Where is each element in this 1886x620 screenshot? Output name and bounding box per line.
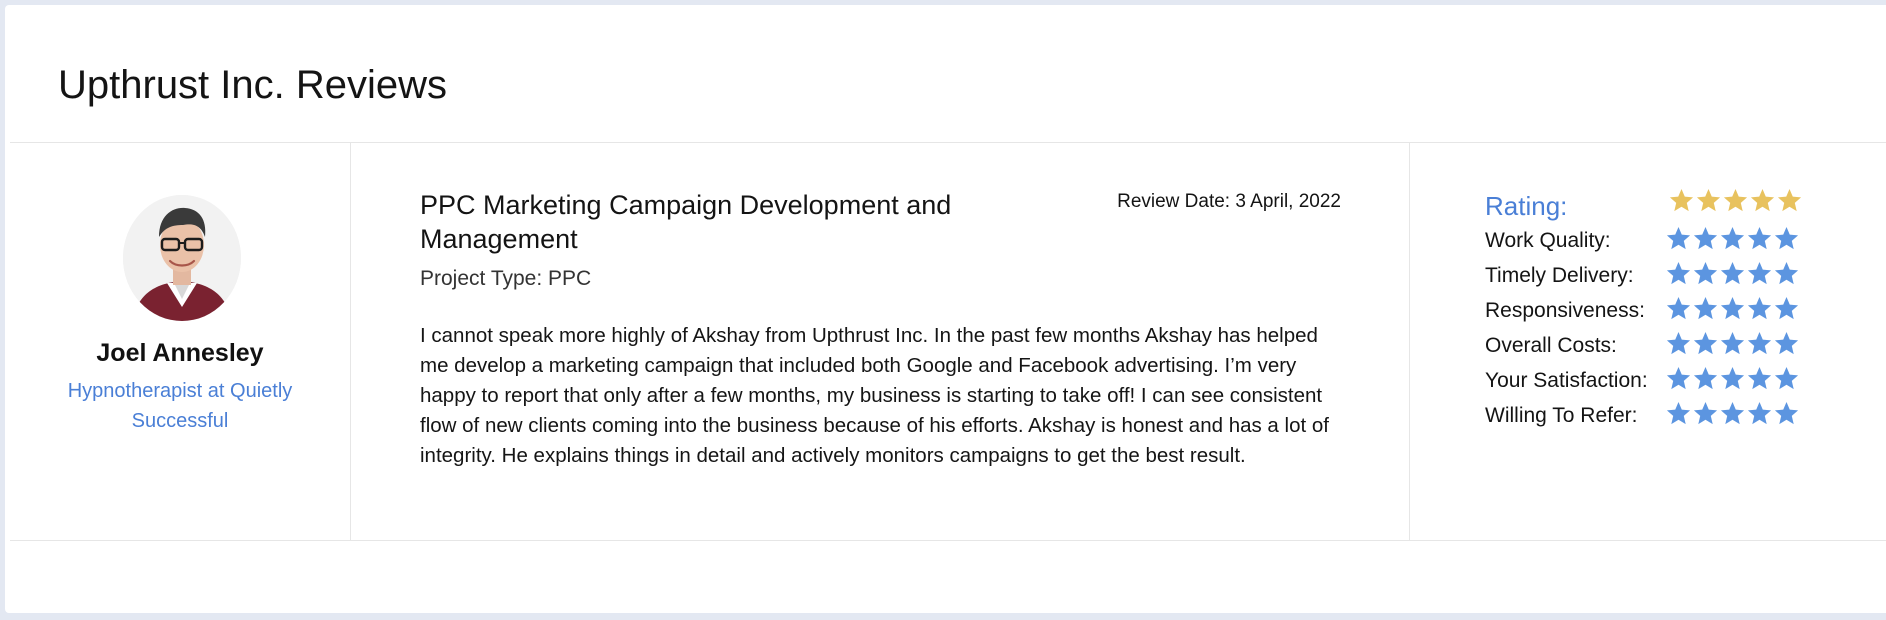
star-icon (1773, 330, 1800, 357)
ratings-column: Rating: Work Quality: Timely Delivery: Res… (1410, 143, 1886, 540)
star-icon (1719, 225, 1746, 252)
star-icon (1749, 187, 1776, 214)
review-headline: PPC Marketing Campaign Development and M… (420, 190, 952, 254)
project-type: Project Type: PPC (420, 267, 592, 290)
star-icon (1746, 295, 1773, 322)
rating-label: Willing To Refer: (1485, 404, 1638, 427)
star-icon (1773, 295, 1800, 322)
star-icon (1719, 295, 1746, 322)
star-icon (1665, 295, 1692, 322)
review-content-column: PPC Marketing Campaign Development and M… (351, 143, 1410, 540)
star-icon (1773, 260, 1800, 287)
review-body: I cannot speak more highly of Akshay fro… (420, 324, 1329, 467)
star-icon (1719, 330, 1746, 357)
page-title: Upthrust Inc. Reviews (58, 63, 448, 107)
star-icon (1746, 225, 1773, 252)
rating-label: Your Satisfaction: (1485, 369, 1648, 392)
rating-stars (1665, 295, 1800, 322)
star-icon (1746, 400, 1773, 427)
star-icon (1665, 330, 1692, 357)
star-icon (1665, 365, 1692, 392)
star-icon (1719, 400, 1746, 427)
rating-stars (1665, 400, 1800, 427)
star-icon (1719, 260, 1746, 287)
star-icon (1695, 187, 1722, 214)
rating-stars (1665, 260, 1800, 287)
star-icon (1776, 187, 1803, 214)
star-icon (1692, 330, 1719, 357)
star-icon (1746, 260, 1773, 287)
review-date: Review Date: 3 April, 2022 (1117, 191, 1341, 212)
rating-label: Responsiveness: (1485, 299, 1645, 322)
reviews-card: Upthrust Inc. Reviews Joel Annesley Hypn… (5, 5, 1886, 613)
star-icon (1692, 225, 1719, 252)
rating-stars (1665, 365, 1800, 392)
star-icon (1665, 260, 1692, 287)
reviewer-column: Joel Annesley Hypnotherapist at Quietly … (10, 143, 351, 540)
star-icon (1773, 365, 1800, 392)
rating-label: Timely Delivery: (1485, 264, 1634, 287)
star-icon (1692, 260, 1719, 287)
star-icon (1746, 365, 1773, 392)
star-icon (1773, 400, 1800, 427)
reviewer-title: Hypnotherapist at Quietly Successful (67, 380, 293, 432)
overall-rating-stars (1668, 187, 1803, 214)
star-icon (1746, 330, 1773, 357)
star-icon (1665, 400, 1692, 427)
star-icon (1719, 365, 1746, 392)
star-icon (1668, 187, 1695, 214)
star-icon (1692, 400, 1719, 427)
rating-label: Overall Costs: (1485, 334, 1617, 357)
rating-heading: Rating: (1485, 191, 1568, 221)
star-icon (1773, 225, 1800, 252)
rating-label: Work Quality: (1485, 229, 1611, 252)
rating-stars (1665, 225, 1800, 252)
review-row: Joel Annesley Hypnotherapist at Quietly … (10, 142, 1886, 541)
star-icon (1692, 365, 1719, 392)
star-icon (1665, 225, 1692, 252)
star-icon (1692, 295, 1719, 322)
star-icon (1722, 187, 1749, 214)
rating-stars (1665, 330, 1800, 357)
reviewer-name: Joel Annesley (96, 339, 264, 367)
avatar (123, 195, 241, 321)
person-avatar-icon (123, 195, 241, 321)
